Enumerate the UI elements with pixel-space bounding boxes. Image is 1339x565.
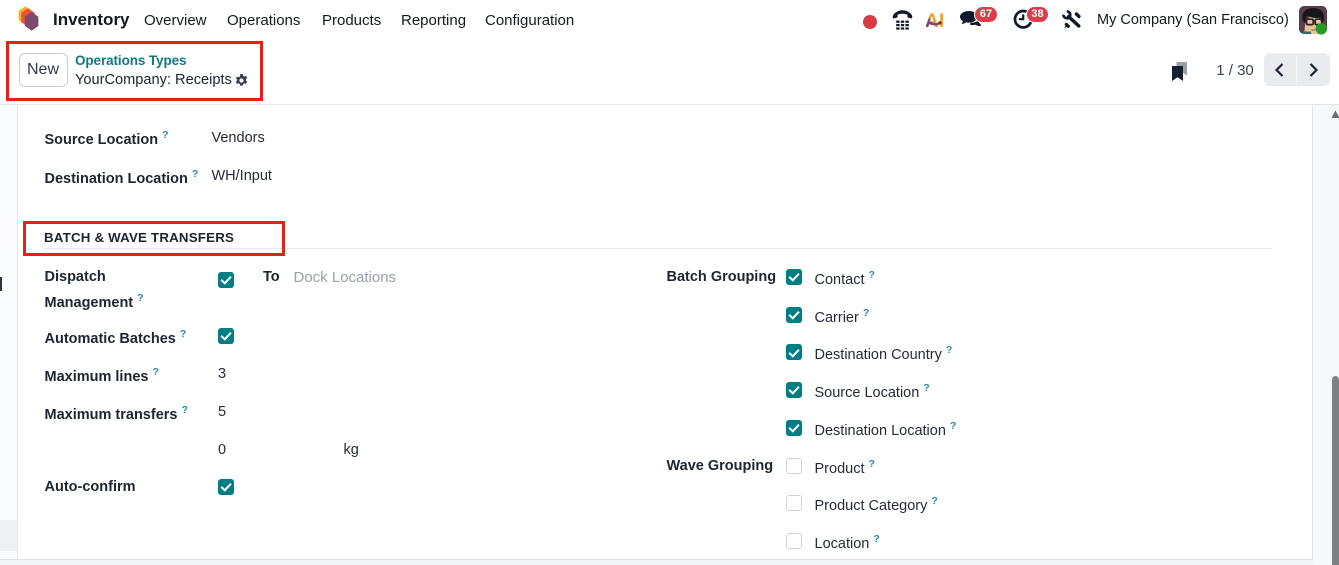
svg-text:I: I — [939, 11, 944, 29]
svg-text:A: A — [926, 11, 939, 29]
